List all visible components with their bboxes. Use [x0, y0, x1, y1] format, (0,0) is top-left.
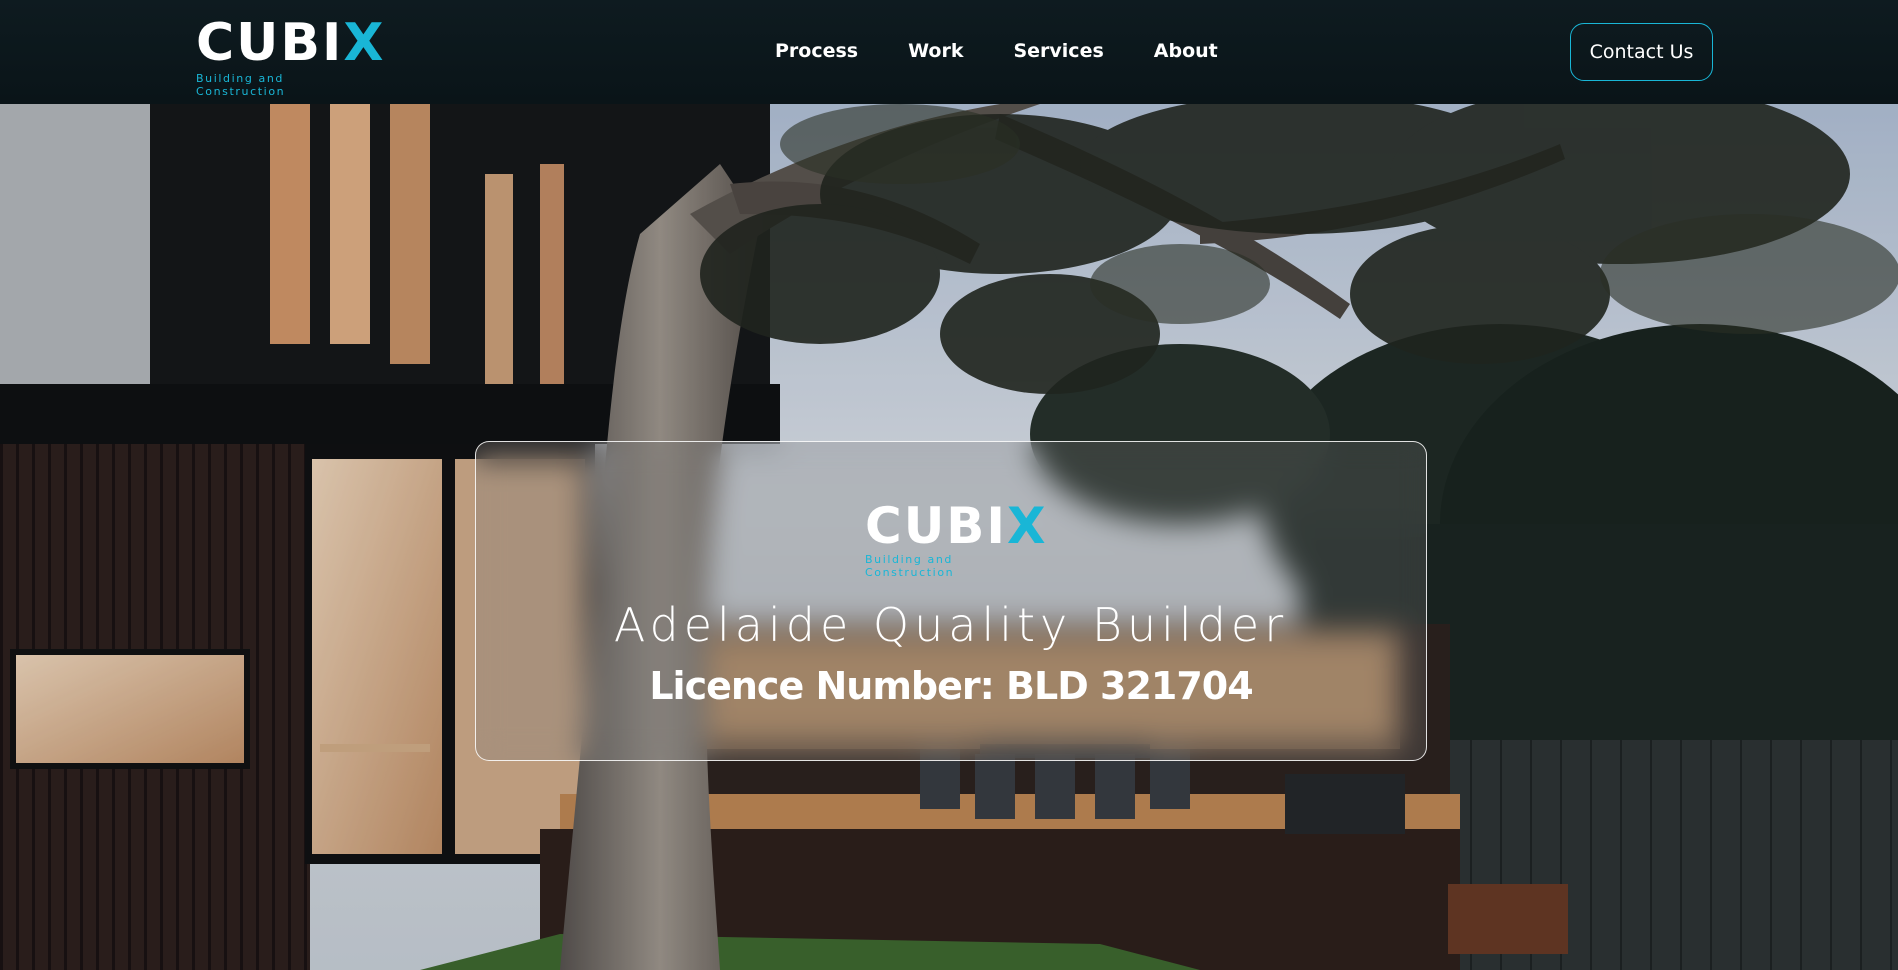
card-logo: CUBIX Building and Construction	[865, 497, 1048, 579]
logo-tagline: Building and Construction	[196, 72, 286, 98]
nav-link-about[interactable]: About	[1154, 40, 1218, 62]
card-logo-tagline: Building and Construction	[865, 553, 955, 579]
top-nav-bar: CUBIX Building and Construction Process …	[0, 0, 1898, 104]
hero-section: CUBIX Building and Construction Adelaide…	[0, 104, 1898, 970]
nav-link-services[interactable]: Services	[1013, 40, 1103, 62]
card-logo-wordmark: CUBIX	[865, 497, 1048, 555]
nav-link-work[interactable]: Work	[908, 40, 963, 62]
contact-us-button[interactable]: Contact Us	[1570, 23, 1713, 81]
hero-glass-card: CUBIX Building and Construction Adelaide…	[475, 441, 1427, 761]
logo-wordmark: CUBIX	[196, 13, 386, 73]
nav-link-process[interactable]: Process	[775, 40, 858, 62]
hero-title: Adelaide Quality Builder	[613, 598, 1289, 652]
brand-logo[interactable]: CUBIX Building and Construction	[196, 13, 386, 98]
licence-number: Licence Number: BLD 321704	[649, 664, 1253, 708]
main-nav: Process Work Services About	[775, 40, 1218, 62]
